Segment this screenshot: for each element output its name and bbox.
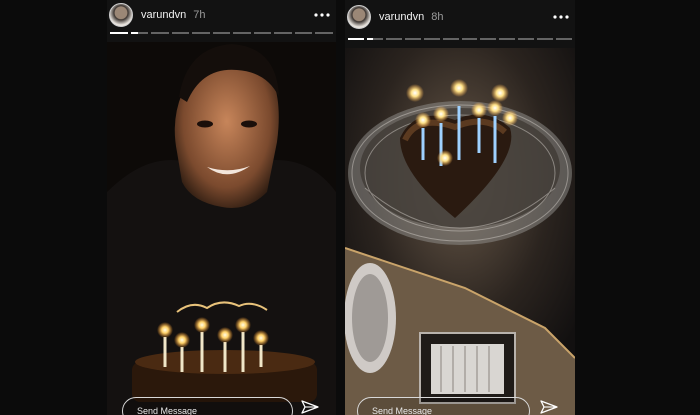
- progress-segment: [192, 32, 210, 34]
- progress-segment: [151, 32, 169, 34]
- story-header: varundvn 7h: [109, 0, 334, 30]
- progress-fill: [366, 38, 374, 40]
- send-message-placeholder: Send Message: [137, 406, 198, 415]
- progress-segment: [556, 38, 573, 40]
- paper-plane-icon: [301, 400, 319, 414]
- progress-segment: [315, 32, 334, 34]
- story-progress-bar: [110, 32, 334, 34]
- progress-segment: [366, 38, 383, 40]
- progress-segment: [130, 32, 149, 34]
- progress-segment: [461, 38, 478, 40]
- progress-segment: [423, 38, 440, 40]
- username[interactable]: varundvn: [379, 11, 424, 23]
- story-age: 8h: [431, 11, 444, 23]
- progress-segment: [537, 38, 554, 40]
- progress-fill: [348, 38, 364, 40]
- progress-fill: [110, 32, 128, 34]
- avatar[interactable]: [347, 5, 371, 29]
- story-header: varundvn 8h: [347, 2, 573, 32]
- progress-segment: [274, 32, 292, 34]
- progress-segment: [253, 32, 272, 34]
- story-panel-right[interactable]: varundvn 8h Send Message: [345, 0, 575, 415]
- ellipsis-icon: [314, 13, 330, 17]
- progress-segment: [294, 32, 313, 34]
- share-button[interactable]: [300, 399, 320, 415]
- ellipsis-icon: [553, 15, 569, 19]
- avatar[interactable]: [109, 3, 133, 27]
- story-age: 7h: [193, 9, 206, 21]
- more-options-button[interactable]: [310, 5, 334, 25]
- progress-segment: [499, 38, 516, 40]
- progress-segment: [348, 38, 364, 40]
- username[interactable]: varundvn: [141, 9, 186, 21]
- progress-segment: [212, 32, 231, 34]
- progress-segment: [110, 32, 128, 34]
- story-progress-bar: [348, 38, 573, 40]
- story-photo: [107, 42, 336, 415]
- progress-fill: [130, 32, 139, 34]
- progress-segment: [233, 32, 251, 34]
- send-message-placeholder: Send Message: [372, 406, 433, 415]
- progress-segment: [171, 32, 190, 34]
- send-message-input[interactable]: Send Message: [122, 397, 293, 415]
- paper-plane-icon: [540, 400, 558, 414]
- send-message-input[interactable]: Send Message: [357, 397, 530, 415]
- progress-segment: [385, 38, 402, 40]
- progress-segment: [518, 38, 535, 40]
- story-panel-left[interactable]: varundvn 7h Send Message: [107, 0, 336, 415]
- progress-segment: [404, 38, 421, 40]
- story-photo: [345, 48, 575, 415]
- more-options-button[interactable]: [549, 7, 573, 27]
- share-button[interactable]: [539, 399, 559, 415]
- progress-segment: [480, 38, 497, 40]
- progress-segment: [442, 38, 459, 40]
